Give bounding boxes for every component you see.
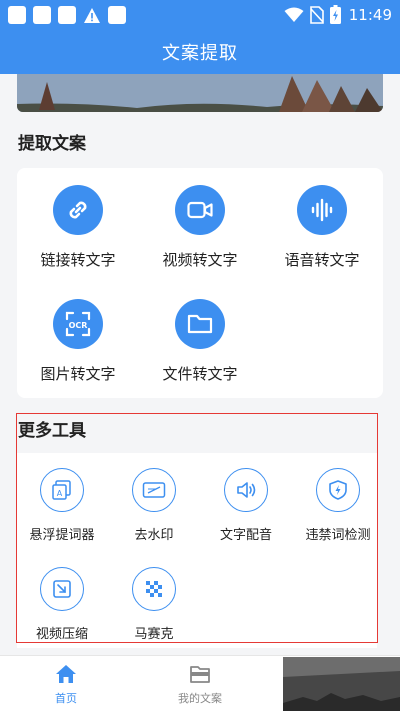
tool-label: 悬浮提词器	[29, 528, 95, 543]
ocr-scan-icon: OCR	[53, 299, 103, 349]
extract-card: 链接转文字 视频转文字 语音转文字 OCR 图片转文字 文件转文字	[17, 168, 383, 398]
tool-label: 马赛克	[134, 627, 174, 642]
banner-photo	[17, 74, 383, 112]
teleprompter-button[interactable]: A 悬浮提词器	[17, 468, 107, 543]
link-to-text-button[interactable]: 链接转文字	[28, 185, 128, 270]
link-icon	[53, 185, 103, 235]
tool-label: 去水印	[134, 528, 174, 543]
notification-icons	[8, 6, 126, 24]
battery-charging-icon	[329, 5, 341, 24]
nav-home-tab[interactable]: 首页	[26, 664, 106, 706]
home-icon	[56, 665, 76, 683]
compress-icon	[40, 567, 84, 611]
page-title: 文案提取	[162, 43, 238, 64]
voice-wave-icon	[297, 185, 347, 235]
image-to-text-button[interactable]: OCR 图片转文字	[28, 299, 128, 384]
video-to-text-button[interactable]: 视频转文字	[150, 185, 250, 270]
feature-label: 链接转文字	[40, 251, 116, 269]
tool-label: 视频压缩	[35, 627, 88, 642]
teleprompter-icon: A	[40, 468, 84, 512]
nav-label: 我的文案	[178, 692, 222, 705]
video-compress-button[interactable]: 视频压缩	[17, 567, 107, 642]
remove-watermark-button[interactable]: 去水印	[109, 468, 199, 543]
wifi-icon	[284, 7, 304, 22]
watermark-remove-icon	[132, 468, 176, 512]
folder-tray-icon	[190, 666, 210, 683]
svg-text:A: A	[57, 489, 63, 498]
feature-label: 文件转文字	[162, 365, 238, 383]
extract-section-title: 提取文案	[18, 134, 86, 154]
folder-icon	[175, 299, 225, 349]
app-bar: 文案提取	[0, 30, 400, 74]
shield-lightning-icon	[316, 468, 360, 512]
feature-label: 语音转文字	[284, 251, 360, 269]
text-dubbing-button[interactable]: 文字配音	[201, 468, 291, 543]
notification-icon	[8, 6, 26, 24]
banned-words-check-button[interactable]: 违禁词检测	[293, 468, 383, 543]
nav-label: 首页	[55, 692, 77, 705]
status-bar: 11:49	[0, 0, 400, 30]
voice-to-text-button[interactable]: 语音转文字	[272, 185, 372, 270]
speaker-icon	[224, 468, 268, 512]
corner-image-fragment	[283, 657, 400, 711]
clock: 11:49	[348, 5, 392, 24]
file-to-text-button[interactable]: 文件转文字	[150, 299, 250, 384]
mosaic-button[interactable]: 马赛克	[109, 567, 199, 642]
mosaic-icon	[132, 567, 176, 611]
system-indicators: 11:49	[284, 5, 392, 24]
tools-panel: A 悬浮提词器 去水印 文字配音 违禁词检测 视频压缩 马赛克	[17, 453, 377, 648]
notification-icon	[58, 6, 76, 24]
feature-label: 视频转文字	[162, 251, 238, 269]
svg-text:OCR: OCR	[69, 321, 88, 330]
warning-icon	[84, 7, 100, 23]
tool-label: 文字配音	[219, 528, 272, 543]
notification-icon	[33, 6, 51, 24]
tool-label: 违禁词检测	[305, 528, 371, 543]
feature-label: 图片转文字	[40, 365, 116, 383]
video-camera-icon	[175, 185, 225, 235]
tools-section-title: 更多工具	[18, 421, 86, 441]
no-sim-icon	[309, 5, 324, 24]
banner-image[interactable]	[17, 74, 383, 112]
notification-icon	[108, 6, 126, 24]
nav-my-copy-tab[interactable]: 我的文案	[160, 664, 240, 706]
